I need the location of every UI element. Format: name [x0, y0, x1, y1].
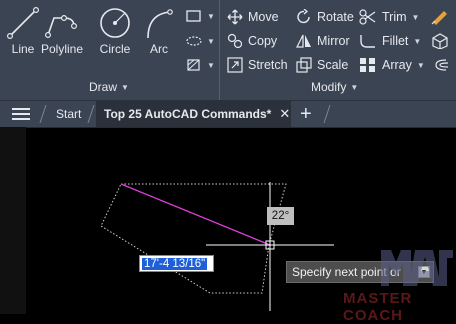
plus-icon: + [300, 102, 312, 125]
mirror-icon [296, 34, 311, 48]
new-tab-button[interactable]: + [300, 101, 312, 127]
stretch-label: Stretch [248, 58, 288, 72]
tab-separator [39, 105, 47, 123]
modify-panel-title[interactable]: Modify ▼ [311, 80, 358, 94]
arc-label: Arc [150, 42, 168, 56]
drawing-geometry [100, 182, 334, 311]
scale-icon [296, 57, 312, 73]
menu-icon[interactable] [12, 101, 34, 127]
arc-icon [147, 9, 173, 39]
circle-label: Circle [99, 42, 131, 56]
chevron-down-icon[interactable]: ▼ [413, 37, 421, 46]
polyline-label: Polyline [40, 42, 84, 56]
chevron-down-icon: ▼ [350, 82, 359, 92]
chevron-down-icon[interactable]: ▼ [207, 37, 215, 46]
trim-icon [359, 9, 376, 25]
rectangle-tool[interactable]: ▼ [186, 9, 215, 23]
move-label: Move [248, 10, 279, 24]
offset-tool[interactable] [430, 57, 450, 73]
boundary-tool[interactable]: ▼ [186, 58, 215, 72]
offset-icon [435, 59, 449, 71]
stretch-icon [227, 57, 243, 73]
tab-active-drawing[interactable]: Top 25 AutoCAD Commands* ✕ [96, 101, 291, 127]
tab-start[interactable]: Start [56, 101, 81, 127]
options-down-arrow-icon[interactable]: ▼ [418, 266, 430, 278]
fillet-label: Fillet [382, 34, 409, 48]
cube-icon [432, 33, 448, 49]
fillet-tool[interactable]: Fillet ▼ [359, 33, 421, 49]
mirror-tool[interactable]: Mirror [296, 33, 350, 49]
polyline-tool[interactable]: Polyline [40, 6, 84, 56]
line-tool[interactable]: Line [6, 6, 40, 56]
chevron-down-icon[interactable]: ▼ [412, 13, 420, 22]
copy-icon [227, 33, 243, 49]
rubberband-line [120, 183, 271, 246]
rotate-label: Rotate [317, 10, 354, 24]
draw-panel-title[interactable]: Draw ▼ [89, 80, 129, 94]
hatch-icon [187, 59, 200, 71]
copy-tool[interactable]: Copy [227, 33, 277, 49]
ellipse-icon [186, 36, 202, 46]
line-label: Line [11, 42, 35, 56]
circle-icon [100, 8, 130, 38]
rotate-tool[interactable]: Rotate [296, 9, 354, 25]
mirror-label: Mirror [317, 34, 350, 48]
watermark-text: MASTER COACH [343, 290, 413, 324]
tab-separator [323, 105, 331, 123]
dotted-rectangle-preview [100, 183, 287, 294]
chevron-down-icon: ▼ [121, 82, 129, 92]
scale-tool[interactable]: Scale [296, 57, 348, 73]
chevron-down-icon[interactable]: ▼ [207, 12, 215, 21]
file-tab-bar: Start Top 25 AutoCAD Commands* ✕ + [0, 101, 456, 127]
explode-tool[interactable] [430, 33, 450, 49]
array-label: Array [382, 58, 412, 72]
pencil-icon [431, 11, 447, 25]
circle-tool[interactable]: Circle [98, 6, 132, 56]
panel-divider [219, 0, 220, 100]
erase-tool[interactable] [430, 7, 450, 25]
line-icon [6, 6, 40, 40]
array-icon [360, 58, 375, 72]
tab-title: Top 25 AutoCAD Commands* [104, 107, 272, 121]
stretch-tool[interactable]: Stretch [227, 57, 288, 73]
copy-label: Copy [248, 34, 278, 48]
chevron-down-icon[interactable]: ▼ [207, 61, 215, 70]
chevron-down-icon[interactable]: ▼ [417, 61, 425, 70]
close-icon[interactable]: ✕ [279, 106, 290, 122]
trim-tool[interactable]: Trim ▼ [359, 9, 419, 25]
move-tool[interactable]: Move [227, 9, 279, 25]
angle-tooltip: 22° [267, 207, 294, 225]
move-icon [227, 9, 243, 25]
command-prompt-tooltip: Specify next point or ▼ [286, 261, 434, 283]
array-tool[interactable]: Array ▼ [359, 57, 425, 73]
polyline-icon [44, 15, 78, 39]
rectangle-icon [186, 10, 201, 22]
distance-input[interactable]: 17'-4 13/16" [139, 255, 214, 272]
tab-separator [87, 105, 95, 123]
fillet-icon [360, 35, 375, 48]
arc-tool[interactable]: Arc [142, 6, 176, 56]
hatch-tool[interactable]: ▼ [186, 34, 215, 48]
scale-label: Scale [317, 58, 349, 72]
ribbon: Line Polyline Circle Arc ▼ ▼ ▼ Draw ▼ Mo… [0, 0, 456, 101]
trim-label: Trim [382, 10, 407, 24]
rotate-icon [297, 9, 310, 24]
